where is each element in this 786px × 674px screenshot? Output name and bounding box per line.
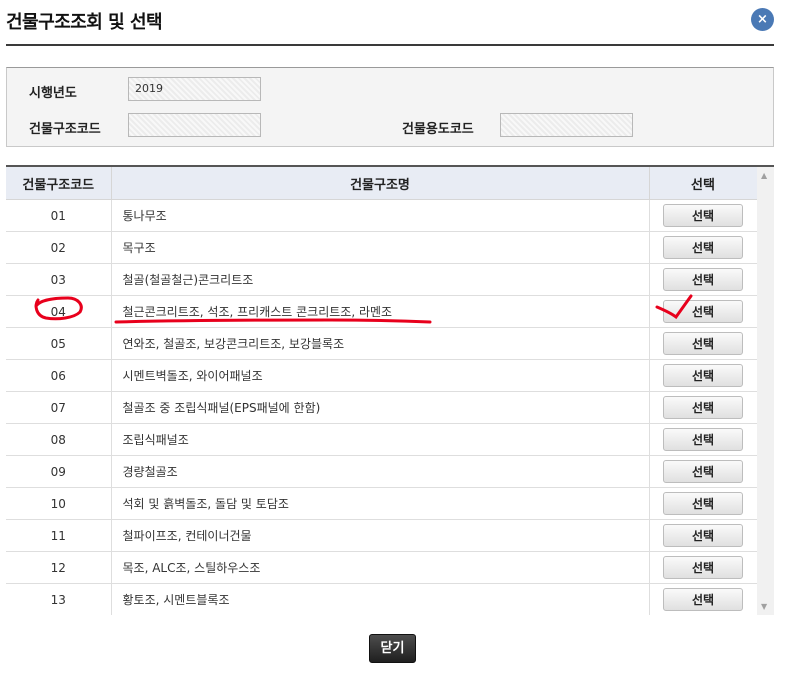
table-row[interactable]: 06 시멘트벽돌조, 와이어패널조 선택 [6,359,758,392]
usage-code-label: 건물용도코드 [402,122,474,137]
close-button[interactable]: 닫기 [369,634,416,663]
row-structure-name: 철파이프조, 컨테이너건물 [111,519,650,552]
table-row[interactable]: 01 통나무조 선택 [6,199,758,232]
structure-code-field[interactable] [128,113,261,137]
table-row[interactable]: 10 석회 및 흙벽돌조, 돌담 및 토담조 선택 [6,487,758,520]
row-code: 01 [6,199,112,232]
select-button[interactable]: 선택 [663,332,743,355]
year-field[interactable]: 2019 [128,77,261,101]
row-select-cell: 선택 [649,295,758,328]
row-select-cell: 선택 [649,583,758,615]
row-select-cell: 선택 [649,327,758,360]
select-button[interactable]: 선택 [663,524,743,547]
row-structure-name: 목조, ALC조, 스틸하우스조 [111,551,650,584]
row-select-cell: 선택 [649,359,758,392]
row-structure-name: 철골조 중 조립식패널(EPS패널에 한함) [111,391,650,424]
row-structure-name: 통나무조 [111,199,650,232]
row-structure-name: 경량철골조 [111,455,650,488]
row-structure-name: 철근콘크리트조, 석조, 프리캐스트 콘크리트조, 라멘조 [111,295,650,328]
row-select-cell: 선택 [649,199,758,232]
row-code: 02 [6,231,112,264]
structure-grid: 건물구조코드 건물구조명 선택 01 통나무조 선택 02 목구조 선택 03 철골(철골철근… [6,165,774,615]
scroll-up-arrow-icon[interactable]: ▲ [761,171,767,180]
row-select-cell: 선택 [649,423,758,456]
row-structure-name: 황토조, 시멘트블록조 [111,583,650,615]
row-select-cell: 선택 [649,391,758,424]
select-button[interactable]: 선택 [663,236,743,259]
table-row[interactable]: 03 철골(철골철근)콘크리트조 선택 [6,263,758,296]
select-button[interactable]: 선택 [663,492,743,515]
select-button[interactable]: 선택 [663,268,743,291]
select-button[interactable]: 선택 [663,204,743,227]
row-structure-name: 철골(철골철근)콘크리트조 [111,263,650,296]
row-code: 11 [6,519,112,552]
table-row[interactable]: 09 경량철골조 선택 [6,455,758,488]
row-code: 08 [6,423,112,456]
column-header-code[interactable]: 건물구조코드 [6,167,112,200]
row-structure-name: 목구조 [111,231,650,264]
row-structure-name: 시멘트벽돌조, 와이어패널조 [111,359,650,392]
select-button[interactable]: 선택 [663,428,743,451]
row-code: 13 [6,583,112,615]
select-button[interactable]: 선택 [663,556,743,579]
year-label: 시행년도 [29,86,77,101]
row-structure-name: 석회 및 흙벽돌조, 돌담 및 토담조 [111,487,650,520]
table-row[interactable]: 13 황토조, 시멘트블록조 선택 [6,583,758,615]
structure-table: 건물구조코드 건물구조명 선택 01 통나무조 선택 02 목구조 선택 03 철골(철골철근… [6,167,758,615]
row-code: 09 [6,455,112,488]
row-code: 12 [6,551,112,584]
table-row[interactable]: 02 목구조 선택 [6,231,758,264]
row-select-cell: 선택 [649,455,758,488]
select-button[interactable]: 선택 [663,460,743,483]
table-row[interactable]: 11 철파이프조, 컨테이너건물 선택 [6,519,758,552]
table-row[interactable]: 07 철골조 중 조립식패널(EPS패널에 한함) 선택 [6,391,758,424]
row-structure-name: 연와조, 철골조, 보강콘크리트조, 보강블록조 [111,327,650,360]
table-row[interactable]: 04 철근콘크리트조, 석조, 프리캐스트 콘크리트조, 라멘조 선택 [6,295,758,328]
select-button[interactable]: 선택 [663,396,743,419]
scroll-thumb[interactable] [761,183,770,597]
dialog-header: 건물구조조회 및 선택 × [6,0,774,46]
row-code: 10 [6,487,112,520]
row-select-cell: 선택 [649,263,758,296]
table-row[interactable]: 12 목조, ALC조, 스틸하우스조 선택 [6,551,758,584]
select-button[interactable]: 선택 [663,364,743,387]
usage-code-field[interactable] [500,113,633,137]
row-select-cell: 선택 [649,519,758,552]
row-code: 04 [6,295,112,328]
select-button[interactable]: 선택 [663,588,743,611]
row-code: 05 [6,327,112,360]
row-structure-name: 조립식패널조 [111,423,650,456]
row-select-cell: 선택 [649,551,758,584]
row-code: 07 [6,391,112,424]
row-code: 06 [6,359,112,392]
row-select-cell: 선택 [649,487,758,520]
select-button[interactable]: 선택 [663,300,743,323]
table-row[interactable]: 05 연와조, 철골조, 보강콘크리트조, 보강블록조 선택 [6,327,758,360]
vertical-scrollbar[interactable]: ▲ ▼ [757,167,774,615]
table-row[interactable]: 08 조립식패널조 선택 [6,423,758,456]
structure-code-label: 건물구조코드 [29,122,101,137]
column-header-select[interactable]: 선택 [649,167,758,200]
search-panel: 시행년도 2019 건물구조코드 건물용도코드 [6,67,774,147]
dialog-title: 건물구조조회 및 선택 [6,12,163,33]
table-header-row: 건물구조코드 건물구조명 선택 [6,167,758,200]
scroll-down-arrow-icon[interactable]: ▼ [761,602,767,611]
column-header-name[interactable]: 건물구조명 [111,167,650,200]
row-select-cell: 선택 [649,231,758,264]
close-icon[interactable]: × [751,8,774,31]
row-code: 03 [6,263,112,296]
